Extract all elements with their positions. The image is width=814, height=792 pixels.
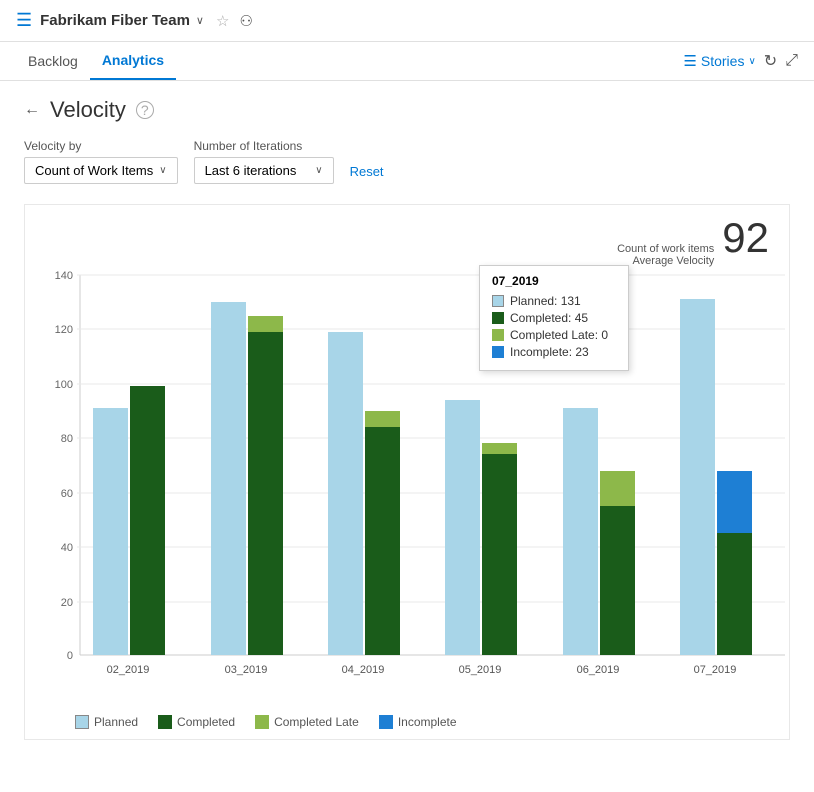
velocity-by-value: Count of Work Items (35, 163, 153, 178)
bar-04-planned (328, 332, 363, 655)
bar-06-planned (563, 408, 598, 655)
tooltip-planned-text: Planned: 131 (510, 294, 581, 308)
chart-legend: Planned Completed Completed Late Incompl… (35, 715, 769, 729)
svg-text:100: 100 (55, 379, 73, 391)
velocity-by-label: Velocity by (24, 139, 178, 153)
legend-completed-late-color (255, 715, 269, 729)
bar-06-completed-late (600, 471, 635, 506)
bar-05-completed-late (482, 443, 517, 454)
velocity-by-chevron-icon: ∨ (159, 165, 166, 176)
bar-05-planned (445, 400, 480, 655)
svg-text:03_2019: 03_2019 (225, 664, 268, 676)
tooltip-completed-color (492, 312, 504, 324)
svg-text:06_2019: 06_2019 (577, 664, 620, 676)
svg-text:02_2019: 02_2019 (107, 664, 150, 676)
tooltip-incomplete-text: Incomplete: 23 (510, 345, 589, 359)
bar-chart-area: 140 120 100 80 60 40 20 (35, 265, 769, 705)
team-members-icon[interactable]: ⚇ (239, 12, 252, 30)
main-content: ← Velocity ? Velocity by Count of Work I… (0, 81, 814, 756)
svg-text:05_2019: 05_2019 (459, 664, 502, 676)
velocity-value: 92 (722, 217, 769, 259)
svg-text:120: 120 (55, 324, 73, 336)
svg-text:80: 80 (61, 433, 73, 445)
tooltip-completed-late-row: Completed Late: 0 (492, 328, 616, 342)
tooltip-completed-row: Completed: 45 (492, 311, 616, 325)
tab-analytics[interactable]: Analytics (90, 42, 176, 80)
tooltip-incomplete-row: Incomplete: 23 (492, 345, 616, 359)
help-icon[interactable]: ? (136, 101, 154, 119)
legend-incomplete-color (379, 715, 393, 729)
svg-text:20: 20 (61, 597, 73, 609)
bar-chart-svg: 140 120 100 80 60 40 20 (35, 265, 795, 705)
bar-tooltip: 07_2019 Planned: 131 Completed: 45 Compl… (479, 265, 629, 371)
filters-row: Velocity by Count of Work Items ∨ Number… (24, 139, 790, 184)
bar-02-completed (130, 386, 165, 655)
iterations-dropdown[interactable]: Last 6 iterations ∨ (194, 157, 334, 184)
bar-04-completed (365, 427, 400, 655)
stories-dropdown-button[interactable]: ☰ Stories ∨ (683, 52, 755, 70)
tooltip-title: 07_2019 (492, 274, 616, 288)
page-title: Velocity (50, 97, 126, 123)
bar-07-planned (680, 299, 715, 655)
app-header: ☰ Fabrikam Fiber Team ∨ ☆ ⚇ (0, 0, 814, 42)
stories-label: Stories (701, 53, 745, 69)
tab-backlog[interactable]: Backlog (16, 43, 90, 79)
app-icon: ☰ (16, 10, 32, 31)
legend-completed-color (158, 715, 172, 729)
tooltip-incomplete-color (492, 346, 504, 358)
bar-04-completed-late (365, 411, 400, 427)
velocity-by-dropdown[interactable]: Count of Work Items ∨ (24, 157, 178, 184)
svg-text:60: 60 (61, 488, 73, 500)
nav-right-actions: ☰ Stories ∨ ↻ ⤢ (683, 51, 798, 71)
tooltip-completed-late-color (492, 329, 504, 341)
velocity-summary: Count of work items Average Velocity 92 (617, 217, 769, 267)
legend-planned-label: Planned (94, 715, 138, 729)
expand-icon[interactable]: ⤢ (785, 52, 798, 70)
tooltip-planned-row: Planned: 131 (492, 294, 616, 308)
team-name: Fabrikam Fiber Team (40, 12, 190, 29)
svg-text:140: 140 (55, 270, 73, 282)
reset-button[interactable]: Reset (350, 159, 384, 184)
bar-07-incomplete (717, 471, 752, 533)
svg-text:40: 40 (61, 542, 73, 554)
bar-05-completed (482, 454, 517, 655)
legend-completed: Completed (158, 715, 235, 729)
legend-planned-color (75, 715, 89, 729)
bar-06-completed (600, 506, 635, 655)
chart-container: Count of work items Average Velocity 92 … (24, 204, 790, 740)
refresh-icon[interactable]: ↻ (764, 51, 777, 71)
bar-03-completed (248, 332, 283, 655)
legend-completed-label: Completed (177, 715, 235, 729)
svg-text:04_2019: 04_2019 (342, 664, 385, 676)
iterations-filter: Number of Iterations Last 6 iterations ∨ (194, 139, 334, 184)
legend-completed-late-label: Completed Late (274, 715, 359, 729)
legend-incomplete: Incomplete (379, 715, 457, 729)
bar-07-completed (717, 533, 752, 655)
tooltip-planned-color (492, 295, 504, 307)
nav-bar: Backlog Analytics ☰ Stories ∨ ↻ ⤢ (0, 42, 814, 81)
legend-incomplete-label: Incomplete (398, 715, 457, 729)
page-title-row: ← Velocity ? (24, 97, 790, 123)
bar-02-planned (93, 408, 128, 655)
tooltip-completed-text: Completed: 45 (510, 311, 588, 325)
iterations-value: Last 6 iterations (205, 163, 297, 178)
favorite-star-icon[interactable]: ☆ (216, 12, 229, 30)
iterations-label: Number of Iterations (194, 139, 334, 153)
velocity-by-filter: Velocity by Count of Work Items ∨ (24, 139, 178, 184)
svg-text:0: 0 (67, 650, 73, 662)
team-chevron-icon[interactable]: ∨ (196, 14, 204, 27)
legend-completed-late: Completed Late (255, 715, 359, 729)
iterations-chevron-icon: ∨ (315, 165, 322, 176)
legend-planned: Planned (75, 715, 138, 729)
count-label: Count of work items (617, 243, 714, 255)
back-button[interactable]: ← (24, 101, 40, 119)
bar-03-planned (211, 302, 246, 655)
tooltip-completed-late-text: Completed Late: 0 (510, 328, 608, 342)
svg-text:07_2019: 07_2019 (694, 664, 737, 676)
bar-03-completed-late (248, 316, 283, 332)
